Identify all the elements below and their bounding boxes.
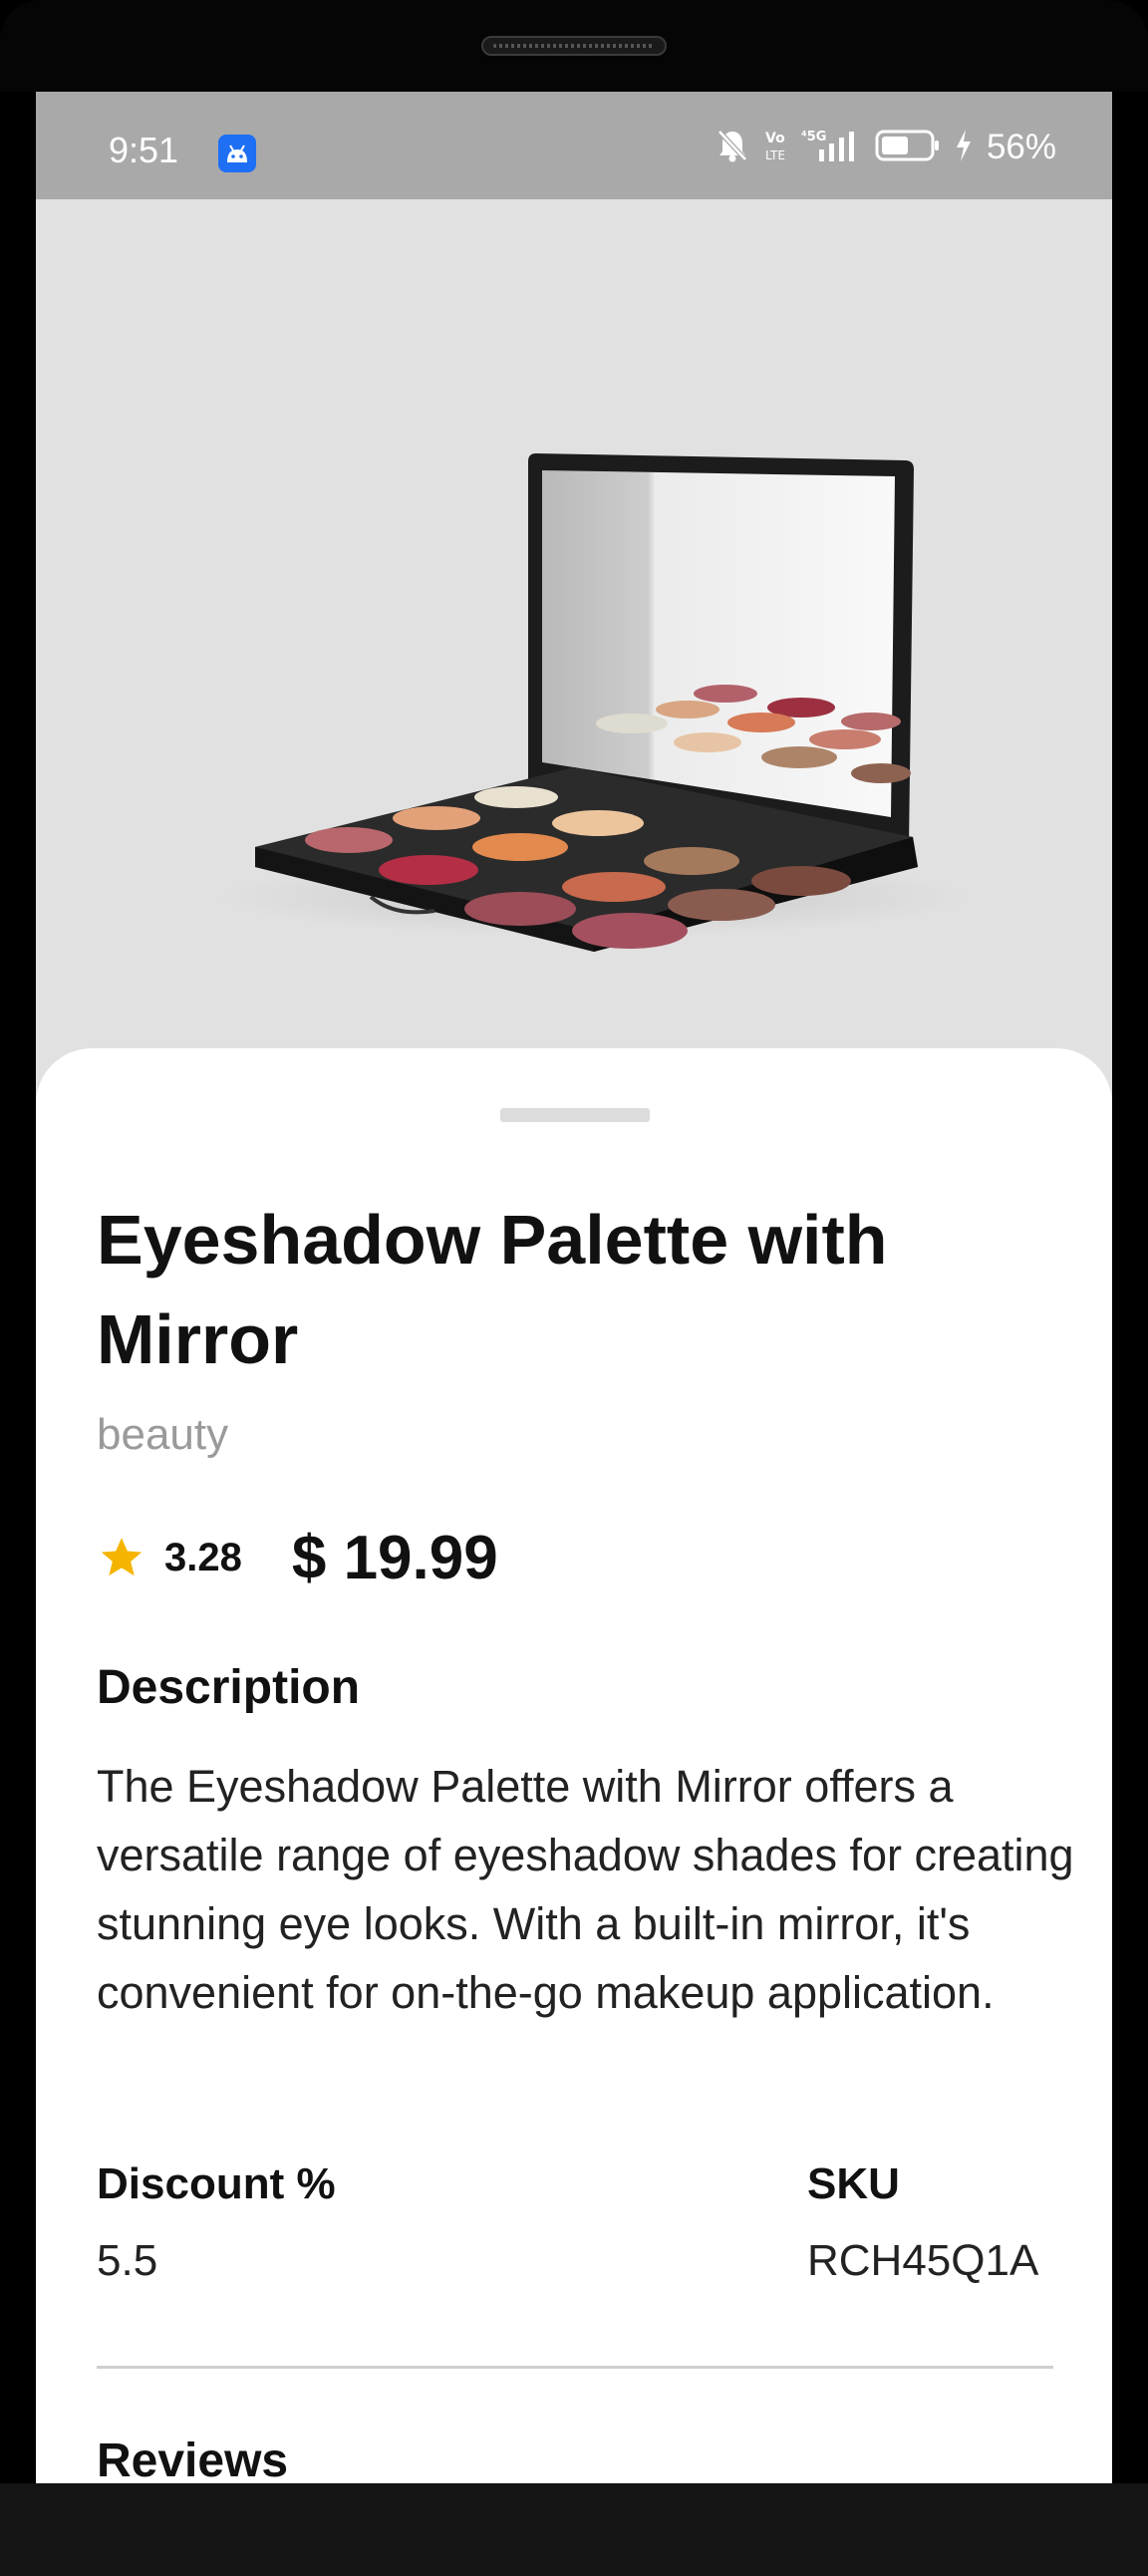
battery-icon bbox=[875, 129, 941, 167]
discount-label: Discount % bbox=[97, 2159, 336, 2208]
eyeshadow-palette-illustration bbox=[215, 453, 973, 952]
description-text: The Eyeshadow Palette with Mirror offers… bbox=[97, 1761, 1074, 2018]
app-screen: 9:51 Vo LTE ⁴5G 56% Eyeshadow Palette wi… bbox=[36, 92, 1112, 2483]
earpiece-speaker bbox=[481, 36, 667, 56]
sku-value: RCH45Q1A bbox=[807, 2236, 1039, 2285]
product-title: Eyeshadow Palette with Mirror bbox=[97, 1201, 888, 1378]
star-icon bbox=[97, 1533, 146, 1582]
svg-text:⁴5G: ⁴5G bbox=[801, 130, 826, 144]
svg-text:Vo: Vo bbox=[765, 131, 785, 146]
status-icons: Vo LTE ⁴5G 56% bbox=[716, 128, 1056, 167]
charging-icon bbox=[955, 129, 973, 167]
product-image bbox=[36, 199, 1112, 1146]
android-icon bbox=[218, 135, 256, 172]
volte-icon: Vo LTE bbox=[763, 128, 787, 168]
status-bar: 9:51 Vo LTE ⁴5G 56% bbox=[36, 92, 1112, 199]
product-category: beauty bbox=[97, 1410, 229, 1459]
battery-percent: 56% bbox=[986, 128, 1056, 166]
description-heading: Description bbox=[97, 1661, 361, 1714]
rating-price-row: 3.28 $ 19.99 bbox=[97, 1523, 498, 1592]
product-price: $ 19.99 bbox=[291, 1523, 498, 1592]
bell-off-icon bbox=[716, 128, 749, 168]
status-time: 9:51 bbox=[109, 130, 179, 170]
top-bezel bbox=[0, 0, 1148, 92]
signal-5g-icon: ⁴5G bbox=[801, 128, 861, 168]
phone-frame: 9:51 Vo LTE ⁴5G 56% Eyeshadow Palette wi… bbox=[0, 0, 1148, 2576]
drag-handle[interactable] bbox=[500, 1108, 650, 1122]
sku-label: SKU bbox=[807, 2159, 900, 2208]
svg-text:LTE: LTE bbox=[765, 148, 785, 162]
reviews-heading: Reviews bbox=[97, 2434, 289, 2483]
section-divider bbox=[97, 2366, 1053, 2369]
discount-value: 5.5 bbox=[97, 2236, 158, 2285]
rating-value: 3.28 bbox=[164, 1535, 242, 1579]
product-detail-sheet[interactable]: Eyeshadow Palette with Mirror beauty 3.2… bbox=[36, 1048, 1112, 2483]
bottom-bezel bbox=[0, 2483, 1148, 2576]
